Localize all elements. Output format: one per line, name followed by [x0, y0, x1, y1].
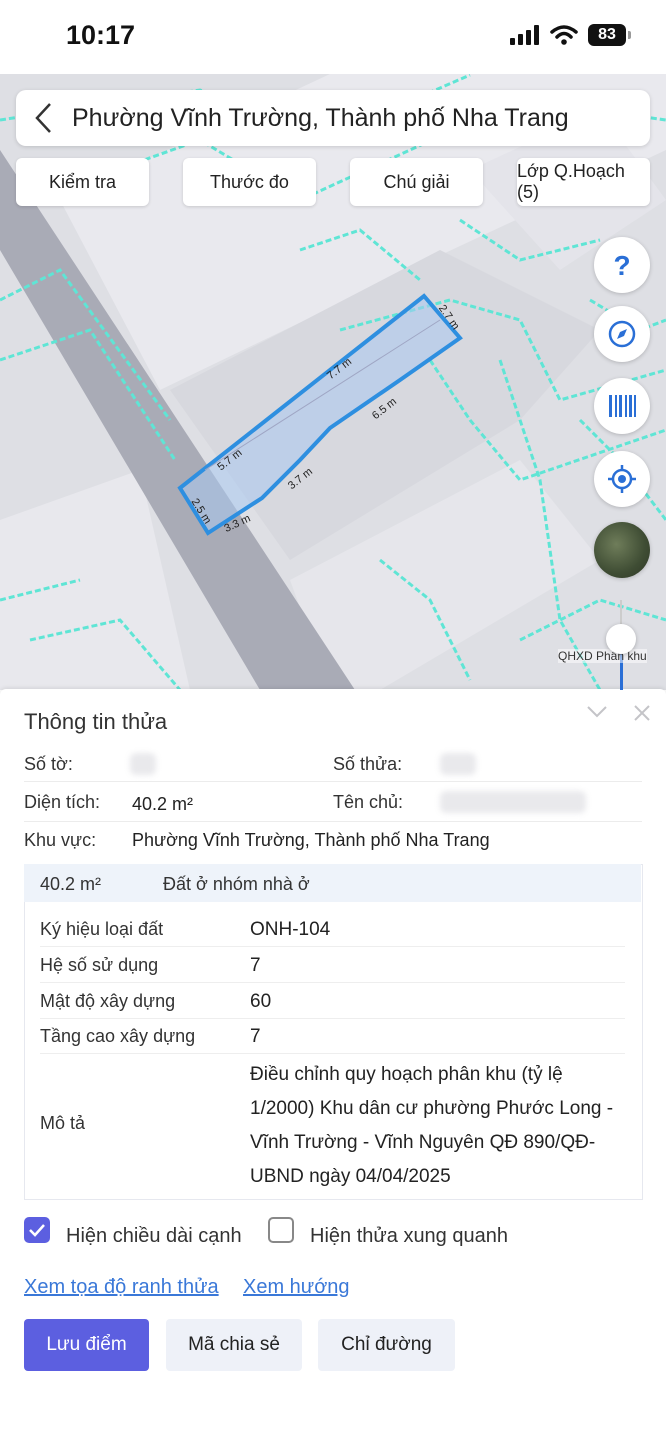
check-button[interactable]: Kiểm tra [16, 158, 149, 206]
planning-purpose: Đất ở nhóm nhà ở [163, 874, 310, 894]
my-location-button[interactable] [594, 451, 650, 507]
area-label: Diện tích: [24, 792, 101, 812]
battery-icon: 83 [588, 24, 631, 46]
parcel-number-label: Số thửa: [333, 754, 403, 774]
close-button[interactable] [632, 703, 652, 728]
save-point-button[interactable]: Lưu điểm [24, 1319, 149, 1371]
satellite-layer-button[interactable] [594, 522, 650, 578]
parcel-number-value [440, 753, 476, 775]
close-icon [634, 705, 650, 721]
barcode-button[interactable] [594, 378, 650, 434]
neighbors-checkbox[interactable] [268, 1217, 294, 1243]
panel-title: Thông tin thửa [24, 709, 168, 734]
view-boundary-coords-link[interactable]: Xem tọa độ ranh thửa [24, 1276, 219, 1299]
divider [24, 781, 642, 782]
land-code-label: Ký hiệu loại đất [40, 919, 164, 939]
svg-text:?: ? [613, 250, 630, 280]
planning-area: 40.2 m² [40, 874, 102, 894]
description-value: Điều chỉnh quy hoạch phân khu (tỷ lệ 1/2… [250, 1064, 614, 1187]
owner-value [440, 791, 586, 813]
location-title: Phường Vĩnh Trường, Thành phố Nha Trang [72, 103, 569, 132]
edge-length-label[interactable]: Hiện chiều dài cạnh [66, 1225, 242, 1248]
land-code-value: ONH-104 [250, 919, 331, 940]
wifi-icon [550, 25, 578, 45]
check-icon [29, 1224, 45, 1237]
region-value: Phường Vĩnh Trường, Thành phố Nha Trang [132, 830, 490, 850]
status-bar: 10:17 83 [0, 0, 666, 74]
locate-icon [608, 465, 636, 493]
edge-length-checkbox[interactable] [24, 1217, 50, 1243]
help-icon: ? [613, 250, 630, 280]
usage-ratio-value: 7 [250, 955, 261, 976]
ruler-button[interactable]: Thước đo [183, 158, 316, 206]
directions-button[interactable]: Chỉ đường [318, 1319, 455, 1371]
status-time: 10:17 [66, 20, 136, 50]
help-button[interactable]: ? [594, 237, 650, 293]
legend-button[interactable]: Chú giải [350, 158, 483, 206]
compass-button[interactable] [594, 306, 650, 362]
description-label: Mô tả [40, 1113, 86, 1133]
layer-slider-handle[interactable] [606, 624, 636, 654]
status-icons: 83 [510, 24, 631, 46]
divider [40, 1018, 625, 1019]
view-direction-link[interactable]: Xem hướng [243, 1276, 350, 1299]
floors-value: 7 [250, 1026, 261, 1047]
density-value: 60 [250, 991, 272, 1012]
sheet-number-label: Số tờ: [24, 754, 73, 774]
sheet-number-value [130, 753, 156, 775]
toolbar-chips: Kiểm tra Thước đo Chú giải Lớp Q.Hoạch (… [16, 158, 650, 206]
share-code-button[interactable]: Mã chia sẻ [166, 1319, 302, 1371]
floors-label: Tầng cao xây dựng [40, 1026, 196, 1046]
area-value: 40.2 m² [132, 794, 194, 814]
layer-label: QHXD Phân khu [558, 649, 647, 663]
layer-slider-track [620, 600, 622, 624]
divider [40, 946, 625, 947]
signal-icon [510, 25, 539, 45]
usage-ratio-label: Hệ số sử dụng [40, 955, 159, 975]
planning-layers-button[interactable]: Lớp Q.Hoạch (5) [517, 158, 650, 206]
back-button[interactable] [16, 102, 72, 134]
neighbors-label[interactable]: Hiện thửa xung quanh [310, 1225, 508, 1248]
collapse-button[interactable] [585, 703, 609, 724]
divider [40, 1053, 625, 1054]
density-label: Mật độ xây dựng [40, 991, 176, 1011]
chevron-down-icon [587, 706, 607, 718]
chevron-left-icon [35, 103, 51, 133]
barcode-icon [609, 395, 636, 417]
divider [40, 982, 625, 983]
battery-level: 83 [598, 26, 616, 43]
compass-icon [608, 320, 636, 348]
location-header[interactable]: Phường Vĩnh Trường, Thành phố Nha Trang [16, 90, 650, 146]
divider [24, 821, 642, 822]
planning-table-header [24, 864, 641, 902]
owner-label: Tên chủ: [333, 792, 404, 812]
region-label: Khu vực: [24, 830, 97, 850]
